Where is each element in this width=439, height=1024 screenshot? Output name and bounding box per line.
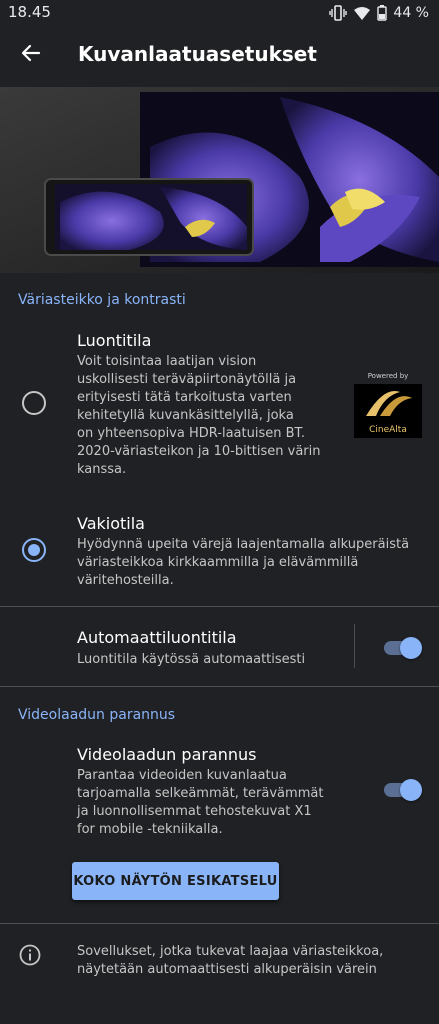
- divider: [0, 686, 439, 687]
- radio-luontitila[interactable]: [22, 391, 46, 415]
- info-text: Sovellukset, jotka tukevat laajaa värias…: [77, 944, 384, 977]
- auto-mode-title[interactable]: Automaattiluontitila: [77, 628, 237, 647]
- powered-by-label: Powered by: [367, 372, 409, 380]
- hero-image: [0, 87, 439, 273]
- arrow-back-icon: [21, 43, 41, 67]
- video-enhancement-toggle[interactable]: [384, 779, 422, 801]
- app-bar: Kuvanlaatuasetukset: [0, 30, 439, 82]
- divider: [0, 923, 439, 924]
- vertical-divider: [354, 624, 355, 668]
- section-header-color: Väriasteikko ja kontrasti: [18, 292, 186, 308]
- fullscreen-preview-button[interactable]: KOKO NÄYTÖN ESIKATSELU: [72, 862, 279, 900]
- option-title-luontitila[interactable]: Luontitila: [77, 331, 151, 350]
- back-button[interactable]: [12, 36, 50, 74]
- status-icons: 44 %: [329, 3, 429, 23]
- section-header-video: Videolaadun parannus: [18, 707, 176, 723]
- auto-mode-desc: Luontitila käytössä automaattisesti: [77, 652, 306, 667]
- cinealta-brand: CineAlta: [369, 425, 407, 435]
- info-icon: [19, 944, 41, 966]
- option-desc-luontitila: Voit toisintaa laatijan vision uskollise…: [77, 354, 321, 477]
- battery-percent: 44 %: [393, 5, 429, 21]
- video-enhancement-desc: Parantaa videoiden kuvanlaatua tarjoamal…: [77, 768, 324, 837]
- cinealta-logo: Powered by CineAlta: [352, 372, 424, 438]
- status-bar: 18.45 44 %: [0, 0, 439, 26]
- wifi-icon: [353, 6, 371, 21]
- radio-vakiotila[interactable]: [22, 538, 46, 562]
- video-enhancement-title[interactable]: Videolaadun parannus: [77, 745, 257, 764]
- auto-mode-toggle[interactable]: [384, 637, 422, 659]
- vibrate-icon: [329, 5, 348, 21]
- battery-icon: [377, 5, 388, 21]
- option-title-vakiotila[interactable]: Vakiotila: [77, 514, 145, 533]
- option-desc-vakiotila: Hyödynnä upeita värejä laajentamalla alk…: [77, 537, 410, 588]
- divider: [0, 606, 439, 607]
- status-time: 18.45: [8, 3, 51, 21]
- page-title: Kuvanlaatuasetukset: [78, 42, 317, 66]
